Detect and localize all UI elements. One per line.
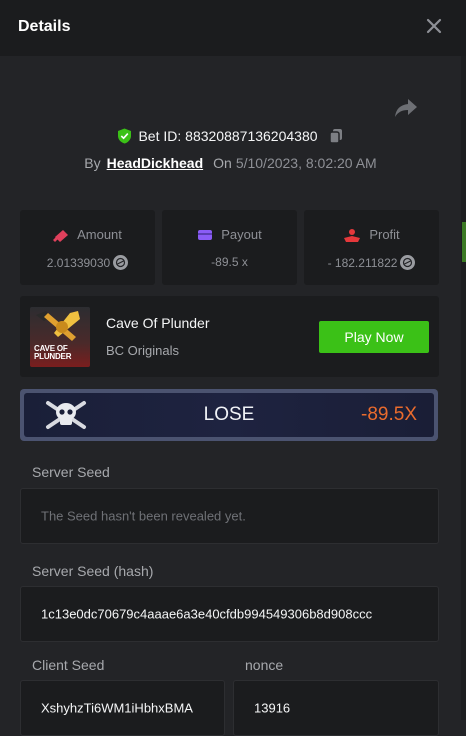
game-thumb-title: CAVE OF PLUNDER [34,344,72,361]
payout-icon [198,229,213,240]
nonce-label: nonce [245,657,284,673]
amount-icon [53,229,69,242]
server-seed-value: The Seed hasn't been revealed yet. [41,508,246,524]
server-seed-hash-value: 1c13e0dc70679c4aaae6a3e40cfdb994549306b8… [41,606,373,622]
scrollbar[interactable] [461,56,466,720]
client-seed-label: Client Seed [32,657,105,673]
by-label: By [84,155,101,171]
verified-shield-icon [118,128,132,144]
coin-icon [113,255,129,270]
bet-datetime: 5/10/2023, 8:02:20 AM [235,155,377,171]
result-banner: LOSE -89.5X [20,389,438,441]
play-now-button[interactable]: Play Now [319,321,429,353]
profit-value: - 182.211822 [327,255,398,270]
amount-card: Amount 2.01339030 [20,210,155,285]
details-header: Details [0,0,466,56]
server-seed-field[interactable]: The Seed hasn't been revealed yet. [20,488,439,544]
amount-label: Amount [77,227,122,242]
payout-card: Payout -89.5 x [162,210,297,285]
profit-label: Profit [369,227,400,242]
on-label: On [213,155,232,171]
copy-icon[interactable] [328,128,344,144]
username-link[interactable]: HeadDickhead [107,155,203,171]
pickaxe-icon [36,311,80,341]
bet-id-row: Bet ID: 88320887136204380 [0,128,461,148]
coin-icon [400,255,416,270]
profit-card: Profit - 182.211822 [304,210,439,285]
client-seed-field[interactable]: XshyhzTi6WM1iHbhxBMA [20,680,225,736]
server-seed-hash-field[interactable]: 1c13e0dc70679c4aaae6a3e40cfdb994549306b8… [20,586,439,642]
game-provider: BC Originals [106,343,179,358]
client-seed-value: XshyhzTi6WM1iHbhxBMA [41,700,193,716]
profit-icon [344,228,361,242]
server-seed-label: Server Seed [32,464,110,480]
game-name: Cave Of Plunder [106,315,210,331]
nonce-field[interactable]: 13916 [233,680,439,736]
amount-value: 2.01339030 [46,255,111,270]
game-thumbnail[interactable]: CAVE OF PLUNDER [30,307,90,367]
share-icon[interactable] [394,97,418,119]
server-seed-hash-label: Server Seed (hash) [32,563,154,579]
bet-id: Bet ID: 88320887136204380 [138,128,318,144]
payout-label: Payout [221,227,262,242]
game-card: CAVE OF PLUNDER Cave Of Plunder BC Origi… [20,296,439,377]
bet-author-row: By HeadDickhead On 5/10/2023, 8:02:20 AM [0,155,461,175]
dialog-title: Details [18,18,71,35]
result-multiplier: -89.5X [361,404,417,425]
close-icon[interactable] [422,14,446,38]
nonce-value: 13916 [254,700,291,716]
side-accent [462,222,466,262]
payout-value: -89.5 x [211,255,248,269]
